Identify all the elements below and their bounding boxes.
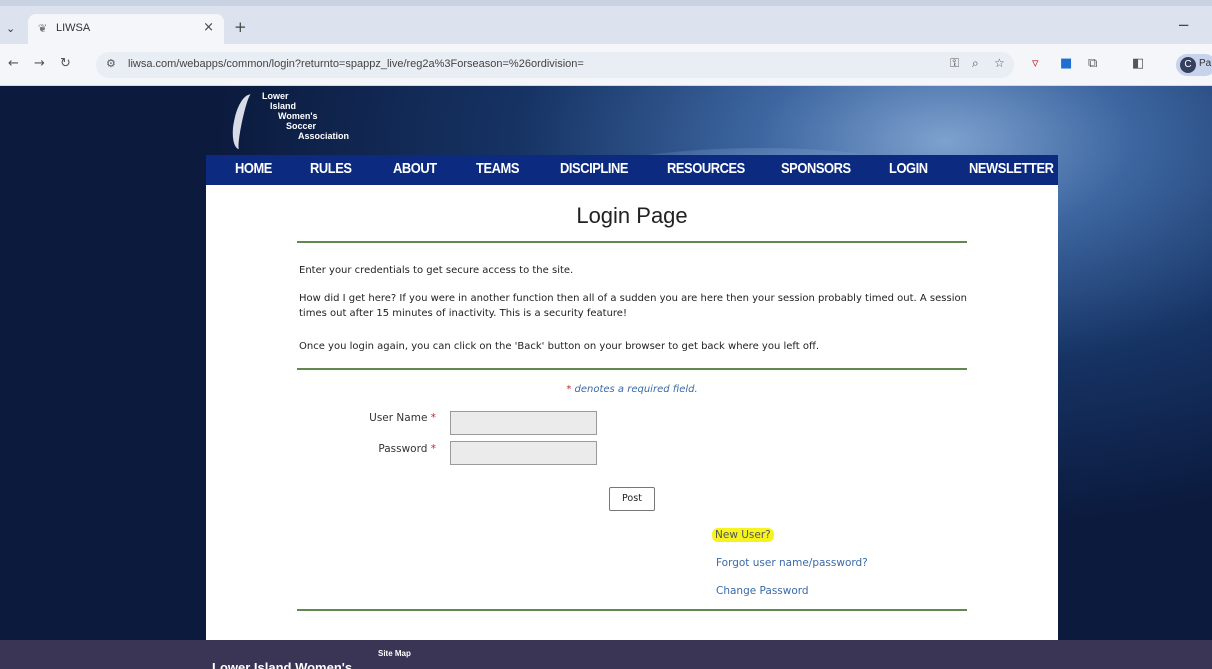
logo-line: Island (270, 101, 297, 111)
nav-teams[interactable]: TEAMS (476, 160, 519, 177)
logo-line: Lower (262, 91, 289, 101)
page-title: Login Page (576, 203, 688, 228)
back-icon[interactable]: ← (8, 56, 19, 71)
browser-toolbar: ← → ↻ ⚙ liwsa.com/webapps/common/login?r… (0, 44, 1212, 86)
new-user-link[interactable]: New User? (712, 528, 774, 542)
forward-icon[interactable]: → (34, 56, 45, 71)
profile-chip[interactable]: C Pa (1176, 54, 1212, 76)
divider (297, 368, 967, 370)
username-label: User Name * (206, 412, 436, 424)
profile-label: Pa (1199, 58, 1212, 69)
minimize-window-icon[interactable]: − (1177, 16, 1190, 34)
change-password-link[interactable]: Change Password (716, 585, 809, 597)
nav-discipline[interactable]: DISCIPLINE (560, 160, 629, 177)
tab-strip-top-band (0, 0, 1212, 6)
password-label: Password * (206, 443, 436, 455)
nav-sponsors[interactable]: SPONSORS (781, 160, 851, 177)
site-info-icon[interactable]: ⚙ (106, 57, 116, 70)
nav-login[interactable]: LOGIN (889, 160, 928, 177)
nav-rules[interactable]: RULES (310, 160, 352, 177)
sidepanel-icon[interactable]: ◧ (1132, 56, 1144, 71)
main-nav: HOME RULES ABOUT TEAMS DISCIPLINE RESOUR… (206, 155, 1058, 185)
required-asterisk: * (430, 443, 436, 455)
address-url[interactable]: liwsa.com/webapps/common/login?returnto=… (128, 58, 584, 70)
timeout-text: How did I get here? If you were in anoth… (299, 293, 967, 319)
site-footer: Site Map Lower Island Women's (0, 640, 1212, 669)
bookmark-star-icon[interactable]: ☆ (994, 56, 1005, 70)
nav-home[interactable]: HOME (235, 160, 272, 177)
username-input[interactable] (450, 411, 597, 435)
username-label-text: User Name (369, 412, 428, 424)
nav-about[interactable]: ABOUT (393, 160, 437, 177)
divider (297, 241, 967, 243)
new-tab-icon[interactable]: + (234, 18, 247, 36)
extension-icon[interactable]: ▿ (1032, 56, 1039, 71)
intro-text: Enter your credentials to get secure acc… (299, 265, 574, 276)
required-note-text: denotes a required field. (571, 384, 698, 395)
puzzle-icon[interactable]: ⧉ (1088, 56, 1097, 71)
logo-line: Soccer (286, 121, 317, 131)
forgot-credentials-link[interactable]: Forgot user name/password? (716, 557, 868, 569)
profile-avatar: C (1180, 57, 1196, 73)
tab-title: LIWSA (56, 22, 91, 34)
zoom-icon[interactable]: ⌕ (972, 56, 979, 71)
required-asterisk: * (430, 412, 436, 424)
tab-search-chevron-icon[interactable]: ⌄ (6, 22, 15, 35)
browser-tab-strip: ⌄ ❦ LIWSA × + − (0, 0, 1212, 44)
tab-favicon-icon: ❦ (38, 22, 48, 35)
outlook-icon[interactable]: ■ (1060, 56, 1072, 71)
divider (297, 609, 967, 611)
back-text: Once you login again, you can click on t… (299, 341, 820, 352)
browser-tab[interactable]: ❦ LIWSA × (28, 14, 224, 44)
footer-org-name: Lower Island Women's (212, 660, 353, 669)
login-content-card: Login Page Enter your credentials to get… (206, 185, 1058, 640)
address-bar[interactable]: ⚙ liwsa.com/webapps/common/login?returnt… (96, 52, 1014, 78)
nav-resources[interactable]: RESOURCES (667, 160, 745, 177)
logo-line: Association (298, 131, 350, 141)
sitemap-link[interactable]: Site Map (378, 649, 411, 658)
password-key-icon[interactable]: ⚿ (950, 56, 959, 71)
logo-line: Women's (278, 111, 318, 121)
password-input[interactable] (450, 441, 597, 465)
tab-close-icon[interactable]: × (203, 20, 214, 35)
reload-icon[interactable]: ↻ (60, 56, 71, 71)
required-field-note: * denotes a required field. (206, 384, 1058, 395)
nav-newsletter[interactable]: NEWSLETTER (969, 160, 1054, 177)
password-label-text: Password (378, 443, 428, 455)
post-button[interactable]: Post (609, 487, 655, 511)
